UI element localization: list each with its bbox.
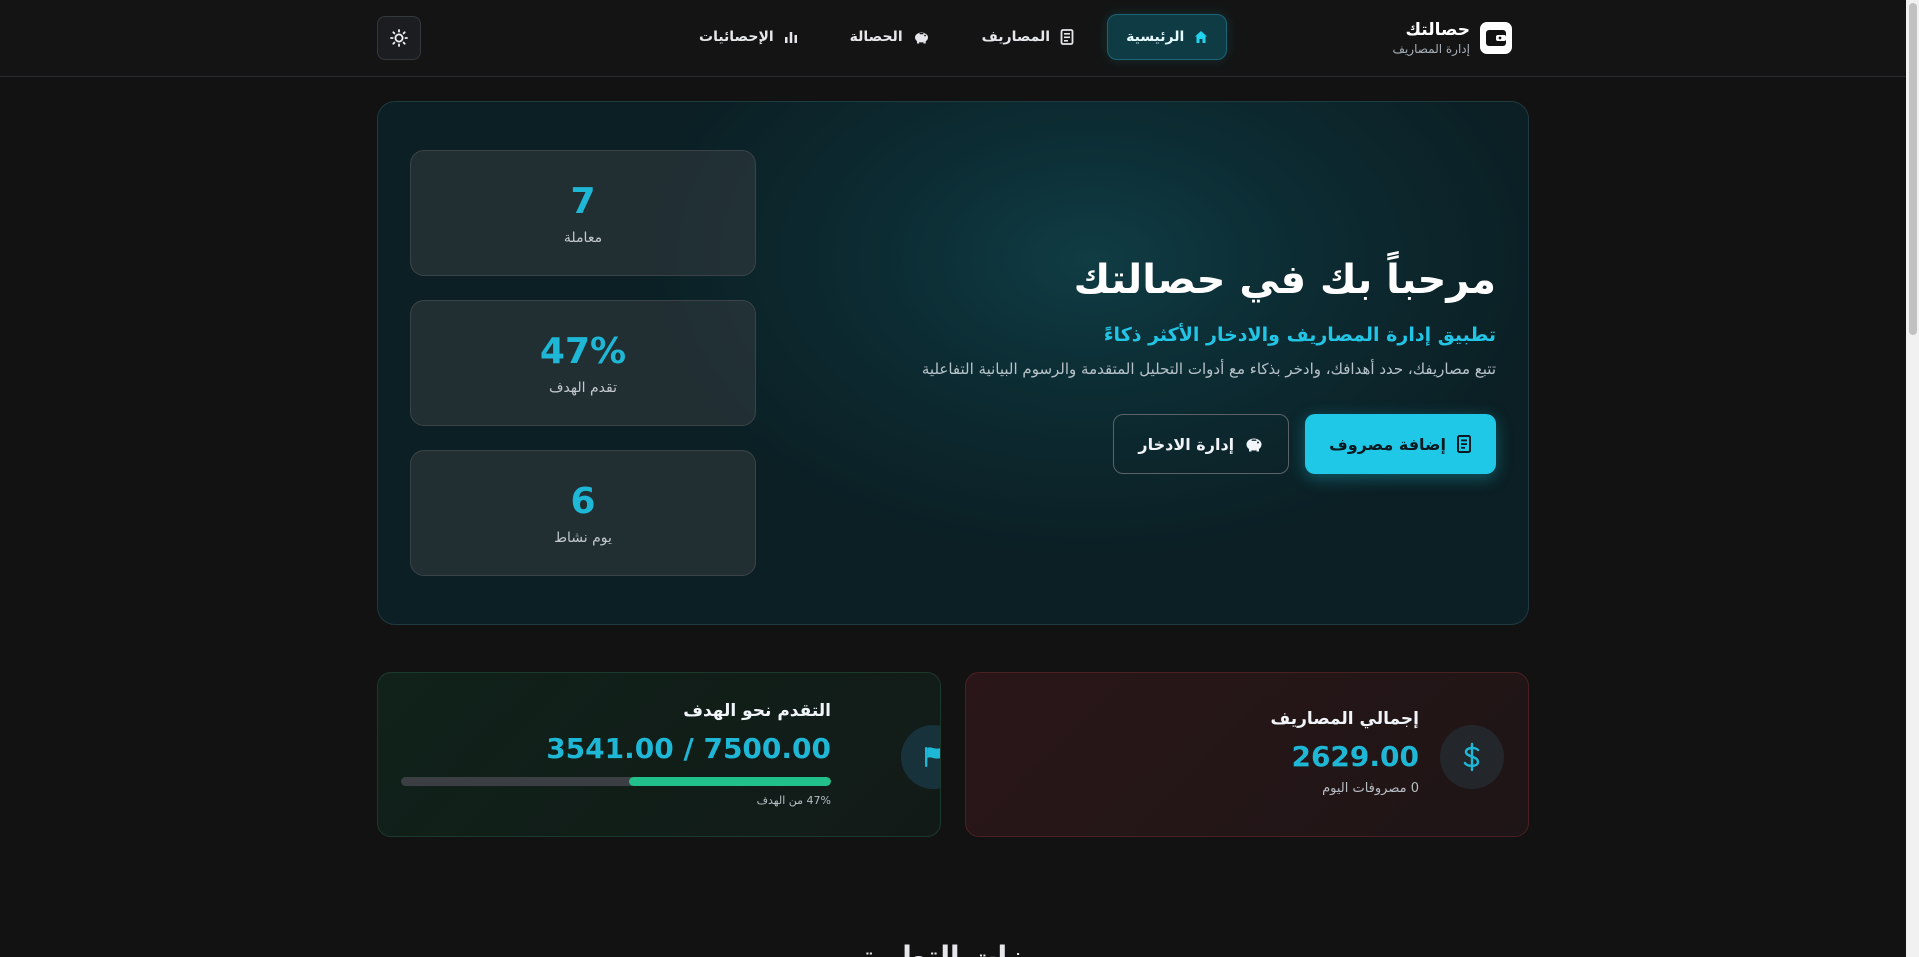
scrollbar-thumb[interactable] [1909, 3, 1917, 335]
receipt-icon [1060, 29, 1074, 45]
expenses-card-title: إجمالي المصاريف [1270, 709, 1419, 729]
goal-progress-fill [628, 777, 831, 786]
goal-progress-card[interactable]: التقدم نحو الهدف 7500.00 / 3541.00 47% م… [377, 672, 941, 837]
manage-savings-label: إدارة الادخار [1138, 434, 1235, 454]
expenses-card-body: إجمالي المصاريف 2629.00 0 مصروفات اليوم [1270, 707, 1419, 796]
nav-item-label: الحصالة [849, 29, 903, 45]
stat-value: 47% [539, 331, 627, 372]
hero-actions: إضافة مصروف إدارة الادخار [876, 414, 1496, 474]
hero-stats: 7 معاملة 47% تقدم الهدف 6 يوم نشاط [410, 150, 756, 600]
goal-progress-note: 47% من الهدف [756, 794, 831, 807]
page-scrollbar[interactable] [1906, 0, 1919, 957]
flag-icon [901, 725, 940, 789]
features-section-title: ميزات التطبيق [852, 940, 1054, 957]
add-expense-label: إضافة مصروف [1329, 434, 1446, 454]
receipt-icon [1456, 435, 1472, 453]
stat-label: معاملة [563, 230, 603, 246]
nav-item-savings[interactable]: الحصالة [831, 14, 949, 60]
nav-item-statistics[interactable]: الإحصائيات [680, 14, 817, 60]
nav-item-expenses[interactable]: المصاريف [963, 14, 1093, 60]
goal-progress-value: 7500.00 / 3541.00 [546, 732, 831, 765]
nav-item-label: الرئيسية [1126, 29, 1185, 45]
main-nav: الرئيسية المصاريف الحصالة الإحصائيات [680, 14, 1228, 60]
stat-value: 7 [570, 181, 596, 222]
goal-card-body: التقدم نحو الهدف 7500.00 / 3541.00 47% م… [401, 699, 831, 807]
piggy-bank-icon [913, 30, 930, 44]
piggy-bank-icon [1244, 436, 1264, 452]
hero-description: تتبع مصاريفك، حدد أهدافك، وادخر بذكاء مع… [921, 360, 1496, 378]
goal-card-title: التقدم نحو الهدف [683, 701, 831, 721]
stat-card-active-days: 6 يوم نشاط [410, 450, 756, 576]
sun-icon [390, 29, 408, 47]
stat-label: يوم نشاط [554, 530, 612, 546]
hero-title: مرحباً بك في حصالتك [1073, 257, 1496, 303]
expenses-today-note: 0 مصروفات اليوم [1322, 781, 1419, 796]
brand-subtitle: إدارة المصاريف [1392, 42, 1470, 56]
brand[interactable]: حصالتك إدارة المصاريف [1393, 16, 1512, 60]
hero-text: مرحباً بك في حصالتك تطبيق إدارة المصاريف… [876, 252, 1496, 474]
home-icon [1194, 30, 1208, 44]
bar-chart-icon [784, 30, 798, 44]
wallet-icon [1480, 22, 1512, 54]
nav-item-home[interactable]: الرئيسية [1107, 14, 1228, 60]
nav-item-label: الإحصائيات [699, 29, 774, 45]
theme-toggle-button[interactable] [377, 16, 421, 60]
stat-value: 6 [570, 481, 596, 522]
hero-subtitle: تطبيق إدارة المصاريف والادخار الأكثر ذكا… [1103, 324, 1496, 346]
stat-label: تقدم الهدف [549, 380, 617, 396]
stat-card-transactions: 7 معاملة [410, 150, 756, 276]
expenses-total-value: 2629.00 [1291, 740, 1419, 773]
top-header: حصالتك إدارة المصاريف الرئيسية المصاريف … [0, 0, 1906, 77]
stat-card-goal-progress: 47% تقدم الهدف [410, 300, 756, 426]
manage-savings-button[interactable]: إدارة الادخار [1113, 414, 1290, 474]
hero-section: مرحباً بك في حصالتك تطبيق إدارة المصاريف… [377, 101, 1529, 625]
add-expense-button[interactable]: إضافة مصروف [1305, 414, 1496, 474]
goal-progress-bar [401, 777, 831, 786]
brand-title: حصالتك [1405, 20, 1470, 40]
nav-item-label: المصاريف [981, 29, 1051, 45]
total-expenses-card[interactable]: إجمالي المصاريف 2629.00 0 مصروفات اليوم [965, 672, 1529, 837]
dollar-icon [1440, 725, 1504, 789]
